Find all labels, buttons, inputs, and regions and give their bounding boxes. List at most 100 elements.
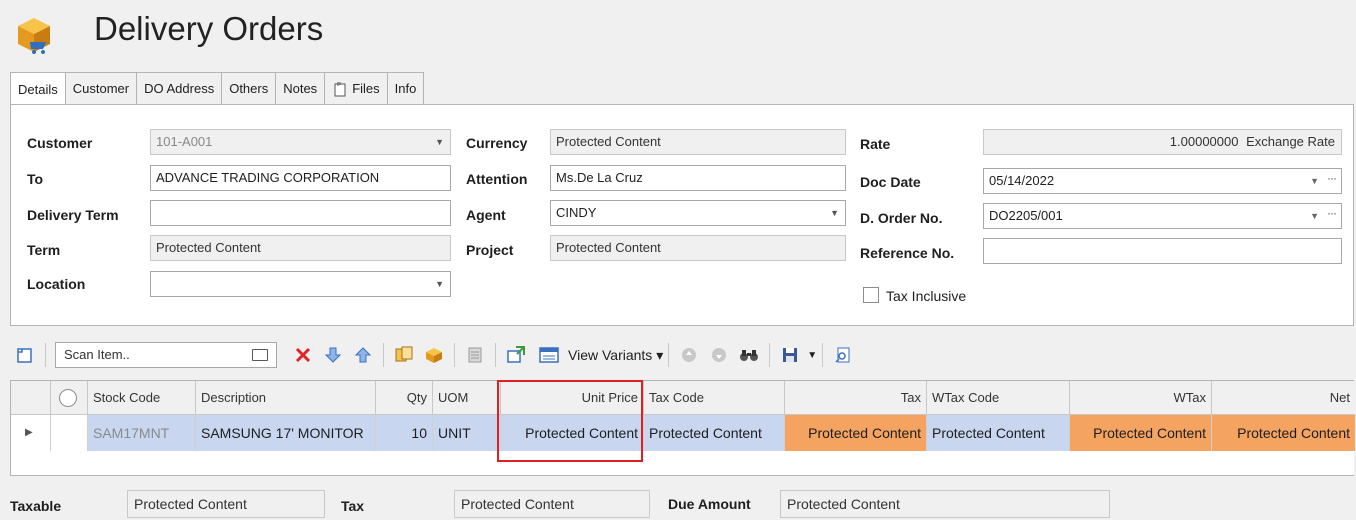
- circle-down-icon[interactable]: [707, 343, 731, 367]
- customer-field[interactable]: 101-A001 ▼: [150, 129, 451, 155]
- tax-inclusive-checkbox[interactable]: [863, 287, 879, 303]
- to-field[interactable]: ADVANCE TRADING CORPORATION: [150, 165, 451, 191]
- agent-field[interactable]: CINDY ▼: [550, 200, 846, 226]
- due-amount-field[interactable]: Protected Content: [780, 490, 1110, 518]
- row-select-cell[interactable]: [51, 415, 88, 451]
- package-icon[interactable]: [422, 343, 446, 367]
- project-field[interactable]: Protected Content: [550, 235, 846, 261]
- toolbar-separator: [495, 343, 496, 367]
- due-amount-label: Due Amount: [668, 496, 751, 512]
- cell-uom[interactable]: UNIT: [433, 415, 501, 451]
- cell-wtax[interactable]: Protected Content: [1070, 415, 1212, 451]
- tab-label: Info: [394, 81, 417, 96]
- cell-description[interactable]: SAMSUNG 17' MONITOR: [196, 415, 376, 451]
- reference-no-field[interactable]: [983, 238, 1342, 264]
- tab-info[interactable]: Info: [387, 72, 425, 105]
- items-grid: Stock Code Description Qty UOM Unit Pric…: [10, 380, 1355, 476]
- toolbar-separator: [383, 343, 384, 367]
- tax-total-field[interactable]: Protected Content: [454, 490, 650, 518]
- row-pointer-icon: ▶: [11, 415, 51, 451]
- location-field[interactable]: ▼: [150, 271, 451, 297]
- tab-label: Notes: [283, 81, 318, 96]
- row-indicator-header: [11, 381, 51, 415]
- search-document-icon[interactable]: [831, 343, 855, 367]
- tab-label: Others: [229, 81, 269, 96]
- tab-files[interactable]: Files: [325, 72, 388, 105]
- tab-label: Details: [18, 81, 58, 97]
- attention-field[interactable]: Ms.De La Cruz: [550, 165, 846, 191]
- term-field[interactable]: Protected Content: [150, 235, 451, 261]
- taxable-label: Taxable: [10, 498, 62, 514]
- doc-date-field[interactable]: 05/14/2022 ▼ ···: [983, 168, 1342, 194]
- column-header-wtax[interactable]: WTax: [1070, 381, 1212, 415]
- arrow-down-icon[interactable]: [321, 343, 345, 367]
- new-row-icon[interactable]: [13, 343, 37, 367]
- scan-item-input[interactable]: Scan Item..: [55, 342, 277, 368]
- select-all-header[interactable]: [51, 381, 88, 415]
- rate-field[interactable]: 1.00000000 Exchange Rate: [983, 129, 1342, 155]
- tab-label: Files: [352, 81, 380, 96]
- delivery-term-label: Delivery Term: [27, 207, 119, 223]
- d-order-no-label: D. Order No.: [860, 210, 943, 226]
- d-order-no-value: DO2205/001: [989, 208, 1063, 223]
- binoculars-icon[interactable]: [737, 343, 761, 367]
- view-variants-button[interactable]: View Variants ▾: [568, 347, 663, 364]
- cell-unit-price[interactable]: Protected Content: [501, 415, 644, 451]
- tab-do-address[interactable]: DO Address: [137, 72, 223, 105]
- export-window-icon[interactable]: [504, 343, 528, 367]
- rate-suffix: Exchange Rate: [1246, 134, 1335, 149]
- cell-qty[interactable]: 10: [376, 415, 433, 451]
- details-form-panel: Customer 101-A001 ▼ To ADVANCE TRADING C…: [10, 104, 1354, 326]
- chevron-down-icon: ▼: [830, 208, 839, 218]
- column-header-net[interactable]: Net: [1212, 381, 1355, 415]
- cell-tax[interactable]: Protected Content: [785, 415, 927, 451]
- document-icon[interactable]: [463, 343, 487, 367]
- customer-label: Customer: [27, 135, 93, 151]
- currency-field[interactable]: Protected Content: [550, 129, 846, 155]
- tab-strip: Details Customer DO Address Others Notes…: [10, 72, 425, 106]
- taxable-field[interactable]: Protected Content: [127, 490, 325, 518]
- column-header-unit-price[interactable]: Unit Price: [501, 381, 644, 415]
- select-all-radio[interactable]: [59, 389, 77, 407]
- files-icon: [334, 81, 346, 96]
- tab-notes[interactable]: Notes: [276, 72, 326, 105]
- view-variants-icon[interactable]: [537, 343, 561, 367]
- cell-tax-code[interactable]: Protected Content: [644, 415, 785, 451]
- column-header-tax[interactable]: Tax: [785, 381, 927, 415]
- arrow-up-icon[interactable]: [351, 343, 375, 367]
- page-title: Delivery Orders: [94, 10, 324, 47]
- table-row[interactable]: ▶ SAM17MNT SAMSUNG 17' MONITOR 10 UNIT P…: [11, 415, 1355, 451]
- toolbar-separator: [668, 343, 670, 367]
- cell-wtax-code[interactable]: Protected Content: [927, 415, 1070, 451]
- tab-details[interactable]: Details: [10, 72, 66, 106]
- circle-up-icon[interactable]: [677, 343, 701, 367]
- tab-customer[interactable]: Customer: [65, 72, 138, 105]
- attention-label: Attention: [466, 171, 528, 187]
- term-label: Term: [27, 242, 61, 258]
- cell-stock-code[interactable]: SAM17MNT: [88, 415, 196, 451]
- column-header-wtax-code[interactable]: WTax Code: [927, 381, 1070, 415]
- tab-others[interactable]: Others: [222, 72, 277, 105]
- column-header-qty[interactable]: Qty: [376, 381, 433, 415]
- chevron-down-icon: ▼: [1310, 211, 1319, 221]
- save-layout-icon[interactable]: [778, 343, 802, 367]
- delivery-term-field[interactable]: [150, 200, 451, 226]
- column-header-description[interactable]: Description: [196, 381, 376, 415]
- column-header-tax-code[interactable]: Tax Code: [644, 381, 785, 415]
- ellipsis-icon[interactable]: ···: [1327, 169, 1337, 190]
- chevron-down-icon: ▼: [1310, 176, 1319, 186]
- chevron-down-icon: ▼: [435, 279, 444, 289]
- delete-icon[interactable]: [291, 343, 315, 367]
- reference-no-label: Reference No.: [860, 245, 955, 261]
- column-header-stock-code[interactable]: Stock Code: [88, 381, 196, 415]
- copy-items-icon[interactable]: [392, 343, 416, 367]
- cell-net[interactable]: Protected Content: [1212, 415, 1355, 451]
- d-order-no-field[interactable]: DO2205/001 ▼ ···: [983, 203, 1342, 229]
- column-header-uom[interactable]: UOM: [433, 381, 501, 415]
- currency-label: Currency: [466, 135, 528, 151]
- tax-inclusive-label: Tax Inclusive: [886, 288, 967, 304]
- grid-header: Stock Code Description Qty UOM Unit Pric…: [11, 381, 1355, 415]
- ellipsis-icon[interactable]: ···: [1327, 204, 1337, 225]
- chevron-down-icon[interactable]: ▼: [807, 350, 817, 361]
- barcode-icon[interactable]: [252, 349, 268, 361]
